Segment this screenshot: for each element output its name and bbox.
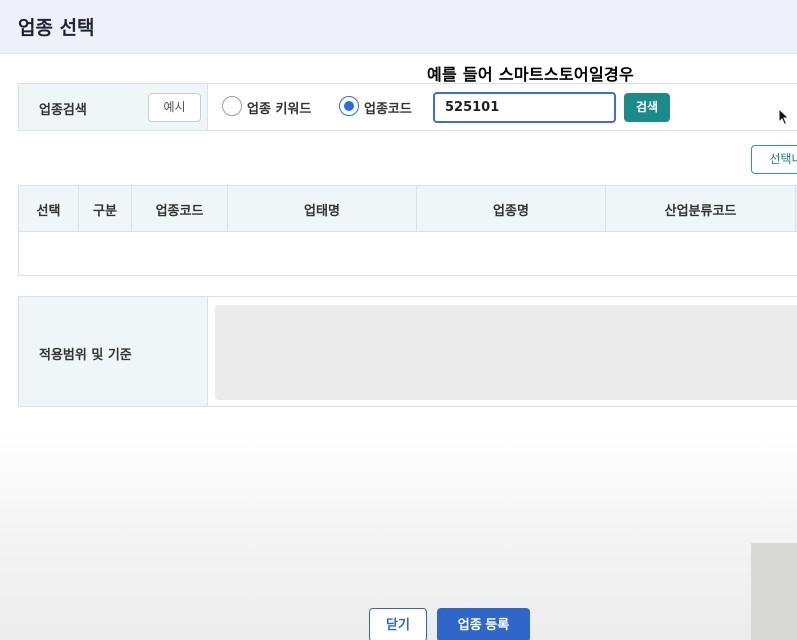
code-input[interactable] [433, 92, 616, 123]
col-classification-code: 산업분류코드 [606, 186, 796, 232]
col-select: 선택 [19, 186, 79, 232]
search-label: 업종검색 [39, 103, 87, 118]
dialog-titlebar: 업종 선택 [0, 0, 797, 54]
close-button[interactable]: 닫기 [369, 608, 427, 640]
webcam-overlay [751, 543, 797, 640]
radio-keyword[interactable] [222, 96, 242, 116]
radio-code-label[interactable]: 업종코드 [364, 98, 412, 117]
results-table: 선택 구분 업종코드 업태명 업종명 산업분류코드 [18, 185, 797, 276]
search-panel: 업종검색 예시 업종 키워드 업종코드 검색 [18, 83, 797, 131]
col-industry-code: 업종코드 [132, 186, 228, 232]
select-button[interactable]: 선택내 [751, 145, 797, 174]
example-button[interactable]: 예시 [148, 93, 201, 122]
search-label-cell: 업종검색 예시 [19, 84, 208, 130]
col-industry-name: 업종명 [417, 186, 606, 232]
scope-panel: 적용범위 및 기준 [18, 296, 797, 407]
radio-code[interactable] [339, 96, 359, 116]
scope-content-area [215, 305, 797, 400]
mouse-cursor-icon [778, 108, 790, 126]
search-button[interactable]: 검색 [624, 93, 670, 122]
dialog-title: 업종 선택 [18, 17, 95, 39]
radio-keyword-label[interactable]: 업종 키워드 [247, 98, 311, 117]
overlay-caption: 예를 들어 스마트스토어일경우 [427, 65, 635, 84]
scope-label: 적용범위 및 기준 [39, 348, 132, 363]
scope-label-cell: 적용범위 및 기준 [19, 297, 208, 406]
table-header: 선택 구분 업종코드 업태명 업종명 산업분류코드 [19, 186, 797, 232]
col-type: 구분 [79, 186, 132, 232]
register-button[interactable]: 업종 등록 [437, 608, 530, 640]
col-business-type: 업태명 [228, 186, 417, 232]
